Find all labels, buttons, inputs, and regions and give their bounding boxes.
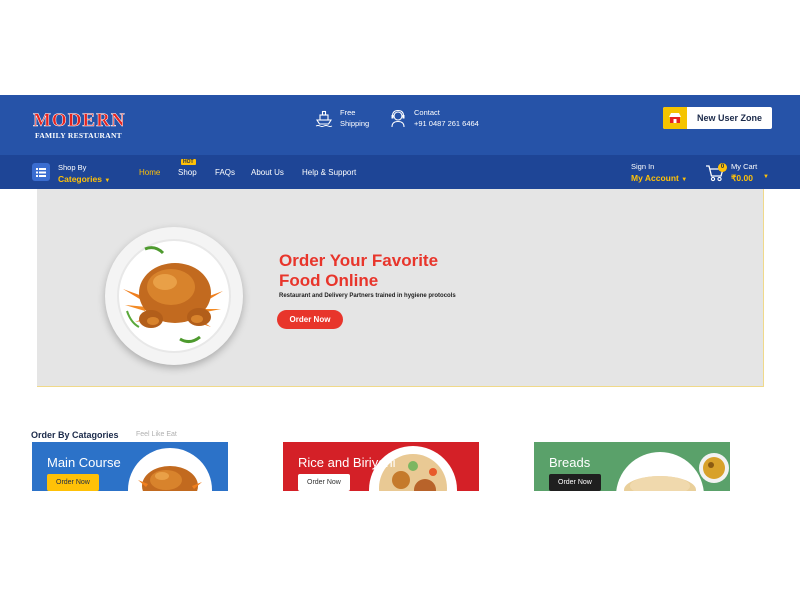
nav-shop[interactable]: Shop bbox=[178, 168, 197, 177]
cart-button[interactable]: 0 My Cart ₹0.00 ▼ bbox=[705, 162, 775, 184]
categories-label: Categories bbox=[58, 174, 102, 184]
nav-help-support[interactable]: Help & Support bbox=[302, 168, 356, 177]
caret-down-icon: ▼ bbox=[104, 178, 111, 184]
roast-chicken-image bbox=[105, 227, 243, 365]
category-card-rice-and-biriyani[interactable]: Rice and Biriyani Order Now bbox=[283, 442, 479, 491]
caret-down-icon: ▼ bbox=[681, 177, 688, 183]
category-title: Main Course bbox=[47, 455, 121, 470]
hot-badge: HOT bbox=[181, 159, 196, 165]
cart-total: ₹0.00 bbox=[731, 173, 753, 183]
contact-info: Contact +91 0487 261 6464 bbox=[388, 107, 479, 129]
store-icon bbox=[663, 107, 687, 129]
cart-count-badge: 0 bbox=[718, 163, 727, 172]
caret-down-icon: ▼ bbox=[763, 174, 769, 180]
category-card-main-course[interactable]: Main Course Order Now bbox=[32, 442, 228, 491]
contact-line1: Contact bbox=[414, 108, 440, 117]
main-nav: Shop By Categories ▼ Home HOT Shop FAQs … bbox=[0, 155, 800, 189]
nav-home[interactable]: Home bbox=[139, 168, 160, 177]
category-title: Breads bbox=[549, 455, 591, 470]
account-dropdown[interactable]: Sign In My Account ▼ bbox=[631, 162, 687, 185]
nav-faqs[interactable]: FAQs bbox=[215, 168, 235, 177]
nav-about-us[interactable]: About Us bbox=[251, 168, 284, 177]
my-account-label: My Account bbox=[631, 173, 679, 183]
hero-title-line1: Order Your Favorite bbox=[279, 251, 439, 270]
categories-section-subtitle: Feel Like Eat bbox=[136, 431, 177, 438]
category-order-now-button[interactable]: Order Now bbox=[298, 474, 350, 491]
menu-list-icon[interactable] bbox=[32, 163, 50, 181]
my-cart-label: My Cart bbox=[731, 162, 758, 171]
category-card-breads[interactable]: Breads Order Now bbox=[534, 442, 730, 491]
sign-in-label: Sign In bbox=[631, 162, 655, 171]
top-header: MODERN FAMILY RESTAURANT Free Shipping C… bbox=[0, 95, 800, 155]
breads-image bbox=[604, 446, 730, 491]
logo-sub-text: FAMILY RESTAURANT bbox=[35, 131, 122, 140]
categories-section-title: Order By Catagories bbox=[31, 430, 119, 440]
category-order-now-button[interactable]: Order Now bbox=[549, 474, 601, 491]
category-order-now-button[interactable]: Order Now bbox=[47, 474, 99, 491]
support-agent-icon bbox=[388, 107, 408, 129]
hero-banner: Order Your Favorite Food Online Restaura… bbox=[37, 189, 764, 387]
categories-dropdown[interactable]: Shop By Categories ▼ bbox=[58, 163, 110, 186]
page: MODERN FAMILY RESTAURANT Free Shipping C… bbox=[0, 0, 800, 600]
logo[interactable]: MODERN FAMILY RESTAURANT bbox=[33, 110, 133, 141]
free-shipping-info: Free Shipping bbox=[314, 107, 369, 129]
new-user-zone-label: New User Zone bbox=[696, 113, 763, 123]
shipping-line1: Free bbox=[340, 108, 356, 117]
contact-phone[interactable]: +91 0487 261 6464 bbox=[414, 118, 479, 129]
shipping-line2: Shipping bbox=[340, 119, 370, 128]
hero-title: Order Your Favorite Food Online bbox=[279, 251, 438, 291]
hero-title-line2: Food Online bbox=[279, 271, 379, 290]
roast-chicken-image bbox=[124, 446, 216, 491]
categories-top-label: Shop By bbox=[58, 163, 87, 172]
category-title: Rice and Biriyani bbox=[298, 455, 396, 470]
new-user-zone-button[interactable]: New User Zone bbox=[663, 107, 772, 129]
ship-icon bbox=[314, 107, 334, 129]
logo-main-text: MODERN bbox=[33, 110, 126, 131]
hero-order-now-button[interactable]: Order Now bbox=[277, 310, 343, 329]
hero-subtitle: Restaurant and Delivery Partners trained… bbox=[279, 293, 456, 299]
